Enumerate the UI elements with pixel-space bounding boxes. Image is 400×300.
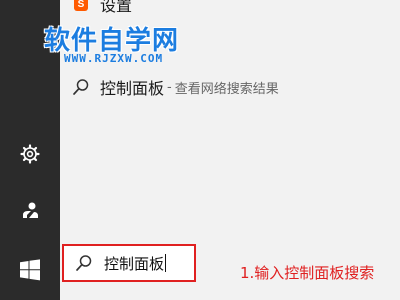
search-icon <box>74 253 94 273</box>
start-search-screen: S 设置 控制面板 - 查看网络搜索结果 软件自学网 WWW.RJZXW.COM <box>0 0 400 300</box>
sogou-badge: S <box>74 0 88 11</box>
result-item-control-panel[interactable]: 控制面板 - 查看网络搜索结果 <box>60 70 400 104</box>
result-sub-web-results: 查看网络搜索结果 <box>174 81 279 97</box>
result-item-settings[interactable]: S 设置 <box>60 0 400 16</box>
watermark-url: WWW.RJZXW.COM <box>64 52 164 65</box>
user-icon <box>23 202 38 218</box>
sogou-settings-icon: S <box>72 0 90 13</box>
search-icon <box>72 78 90 96</box>
result-separator: - <box>167 79 172 95</box>
step-annotation: 1.输入控制面板搜索 <box>240 264 375 282</box>
gear-icon <box>20 144 40 164</box>
result-label-settings: 设置 <box>100 0 133 15</box>
user-account-button[interactable] <box>14 194 46 226</box>
search-input-value: 控制面板 <box>104 254 165 273</box>
taskbar-search-input[interactable]: 控制面板 <box>62 244 196 282</box>
settings-gear-button[interactable] <box>14 138 46 170</box>
start-button[interactable] <box>0 240 60 300</box>
windows-logo-icon <box>20 259 40 281</box>
text-caret <box>165 254 167 272</box>
result-label-control-panel: 控制面板 <box>100 79 165 98</box>
